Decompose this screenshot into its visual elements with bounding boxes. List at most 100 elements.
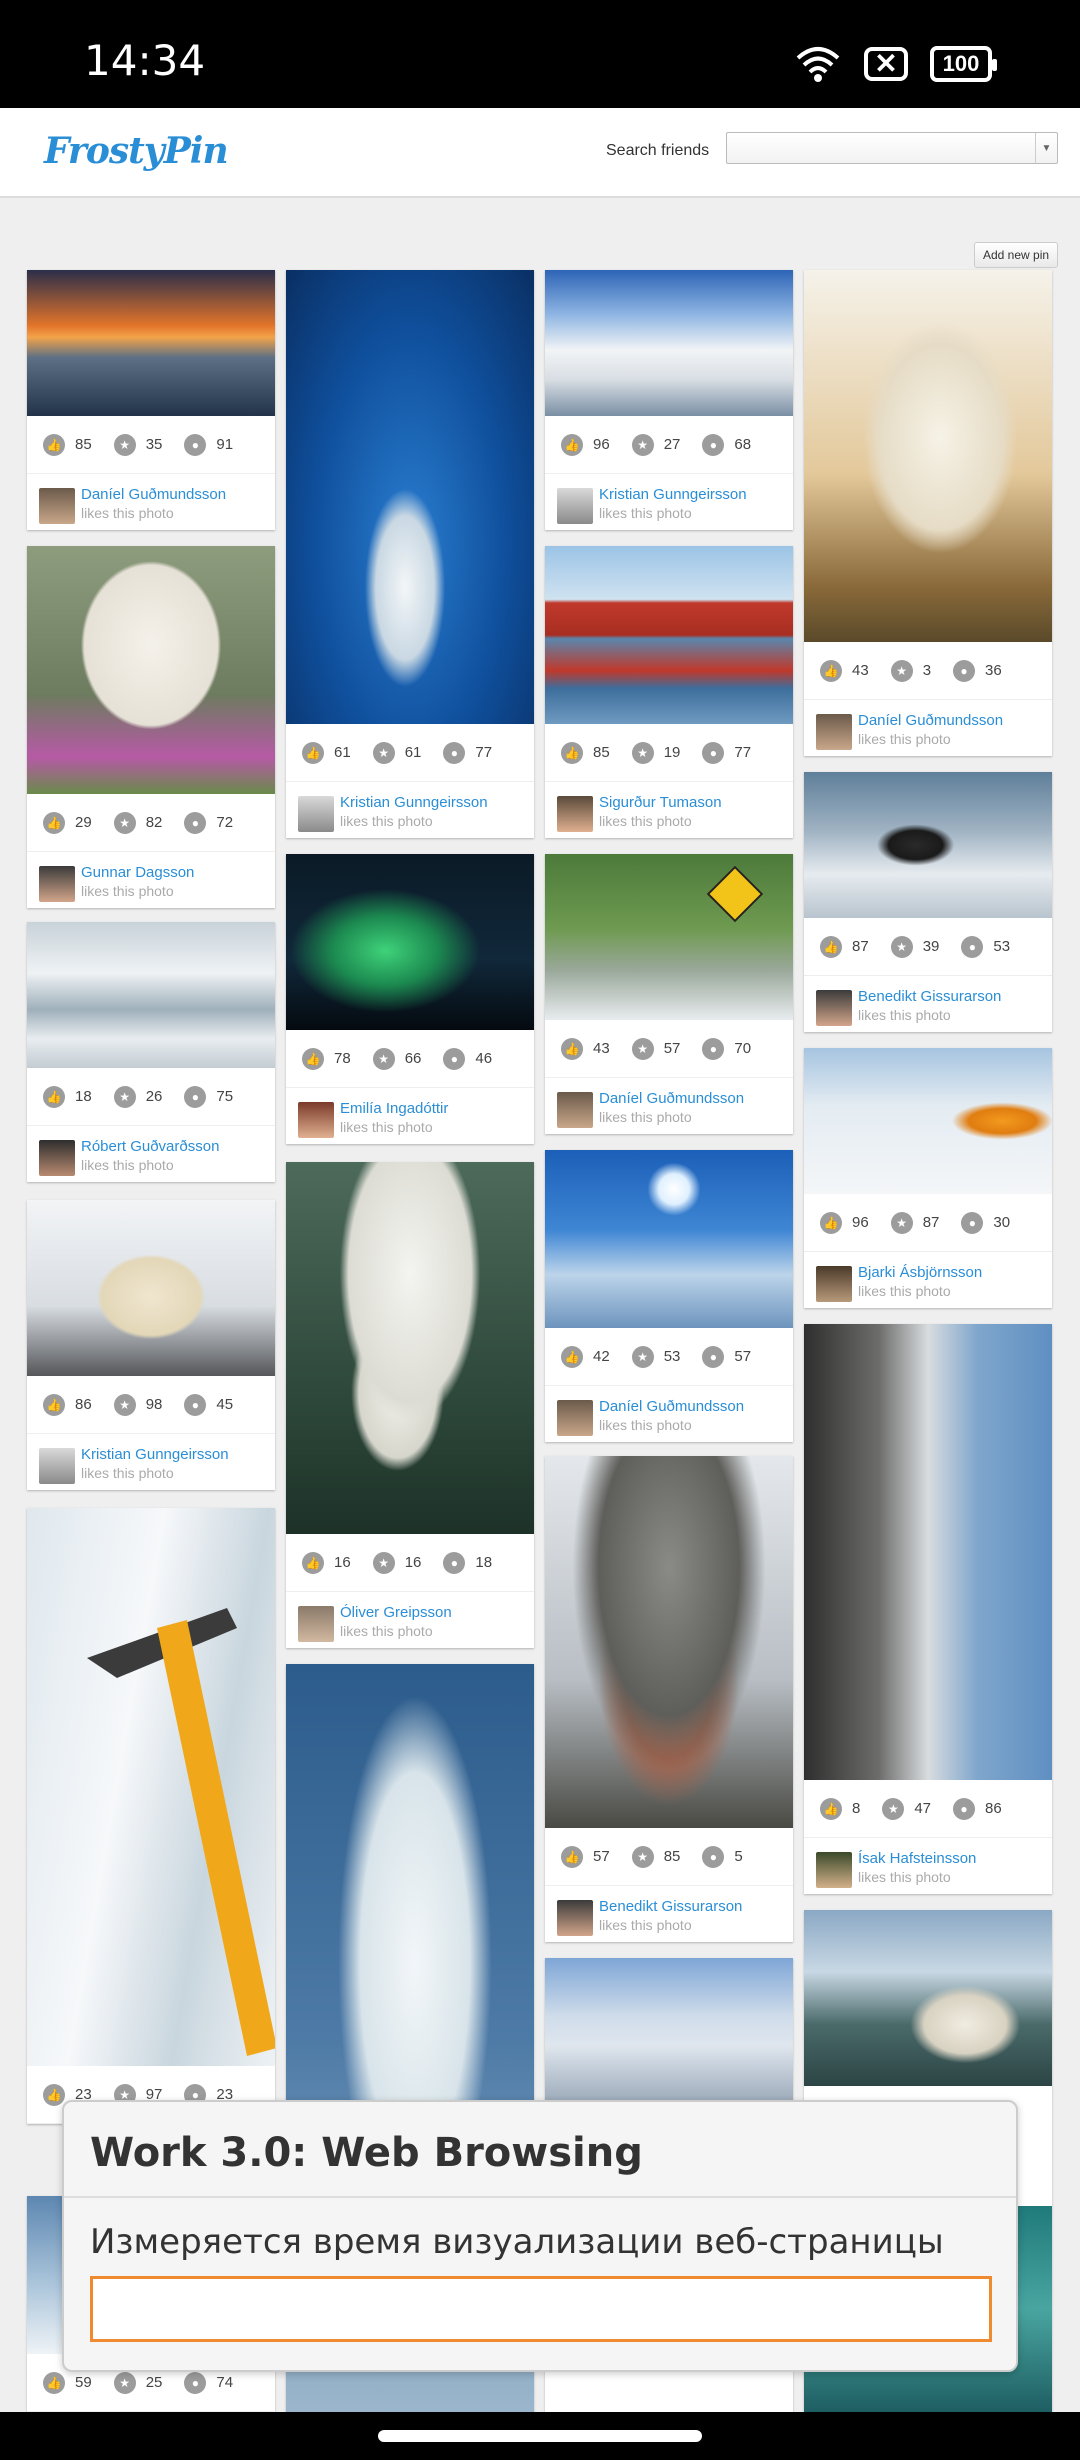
- photo-iceberg[interactable]: [545, 270, 793, 416]
- like-stat[interactable]: 👍 85: [561, 741, 610, 764]
- liker-name[interactable]: Daníel Guðmundsson: [81, 486, 226, 503]
- pin-card[interactable]: 👍 61 ★ 61 ● 77 Kristian Gunngeirsson likes …: [286, 270, 534, 838]
- pin-card[interactable]: 👍 29 ★ 82 ● 72 Gunnar Dagsson likes this ph…: [27, 546, 275, 908]
- pin-card[interactable]: 👍 16 ★ 16 ● 18 Óliver Greipsson likes this …: [286, 1162, 534, 1648]
- star-stat[interactable]: ★ 47: [882, 1797, 931, 1820]
- comment-stat[interactable]: ● 86: [953, 1797, 1002, 1820]
- avatar[interactable]: [557, 796, 593, 832]
- like-stat[interactable]: 👍 29: [43, 811, 92, 834]
- comment-stat[interactable]: ● 68: [702, 433, 751, 456]
- avatar[interactable]: [39, 866, 75, 902]
- liker-name[interactable]: Gunnar Dagsson: [81, 864, 194, 881]
- avatar[interactable]: [298, 1102, 334, 1138]
- search-friends-select[interactable]: ▼: [726, 132, 1058, 164]
- liker-name[interactable]: Emilía Ingadóttir: [340, 1100, 448, 1117]
- star-stat[interactable]: ★ 25: [113, 2371, 162, 2394]
- star-stat[interactable]: ★ 87: [890, 1211, 939, 1234]
- pin-card[interactable]: 👍 85 ★ 35 ● 91 Daníel Guðmundsson likes thi…: [27, 270, 275, 530]
- photo-frosted-face[interactable]: [545, 1456, 793, 1828]
- liker-name[interactable]: Kristian Gunngeirsson: [81, 1446, 229, 1463]
- like-stat[interactable]: 👍 8: [820, 1797, 860, 1820]
- photo-penguin[interactable]: [804, 772, 1052, 918]
- star-stat[interactable]: ★ 98: [113, 1393, 162, 1416]
- pin-card[interactable]: 👍 8 ★ 47 ● 86 Ísak Hafsteinsson likes this …: [804, 1324, 1052, 1894]
- liker-name[interactable]: Bjarki Ásbjörnsson: [858, 1264, 982, 1281]
- avatar[interactable]: [816, 990, 852, 1026]
- pin-card[interactable]: 👍 96 ★ 27 ● 68 Kristian Gunngeirsson likes …: [545, 270, 793, 530]
- like-stat[interactable]: 👍 78: [302, 1047, 351, 1070]
- photo-ice-sunset[interactable]: [27, 270, 275, 416]
- avatar[interactable]: [557, 1900, 593, 1936]
- like-stat[interactable]: 👍 96: [561, 433, 610, 456]
- like-stat[interactable]: 👍 96: [820, 1211, 869, 1234]
- liker-name[interactable]: Kristian Gunngeirsson: [340, 794, 488, 811]
- chevron-down-icon[interactable]: ▼: [1035, 133, 1057, 163]
- add-new-pin-button[interactable]: Add new pin: [974, 242, 1059, 268]
- comment-stat[interactable]: ● 91: [184, 433, 233, 456]
- star-stat[interactable]: ★ 26: [113, 1085, 162, 1108]
- avatar[interactable]: [557, 1092, 593, 1128]
- avatar[interactable]: [816, 1266, 852, 1302]
- pin-card[interactable]: 👍 23 ★ 97 ● 23: [27, 1508, 275, 2124]
- avatar[interactable]: [557, 488, 593, 524]
- pin-card[interactable]: 👍 87 ★ 39 ● 53 Benedikt Gissurarson likes t…: [804, 772, 1052, 1032]
- pin-card[interactable]: 👍 18 ★ 26 ● 75 Róbert Guðvarðsson likes thi…: [27, 922, 275, 1182]
- photo-bear-back[interactable]: [804, 270, 1052, 642]
- star-stat[interactable]: ★ 82: [113, 811, 162, 834]
- comment-stat[interactable]: ● 30: [961, 1211, 1010, 1234]
- pin-card[interactable]: 👍 43 ★ 57 ● 70 Daníel Guðmundsson likes thi…: [545, 854, 793, 1134]
- liker-name[interactable]: Benedikt Gissurarson: [858, 988, 1001, 1005]
- liker-name[interactable]: Kristian Gunngeirsson: [599, 486, 747, 503]
- avatar[interactable]: [298, 1606, 334, 1642]
- comment-stat[interactable]: ● 57: [702, 1345, 751, 1368]
- photo-sun-ice[interactable]: [545, 1150, 793, 1328]
- photo-red-cabin[interactable]: [545, 546, 793, 724]
- avatar[interactable]: [39, 488, 75, 524]
- star-stat[interactable]: ★ 85: [631, 1845, 680, 1868]
- photo-ice-cave[interactable]: [286, 270, 534, 724]
- photo-polar-bear-flowers[interactable]: [27, 546, 275, 794]
- comment-stat[interactable]: ● 36: [953, 659, 1002, 682]
- comment-stat[interactable]: ● 45: [184, 1393, 233, 1416]
- like-stat[interactable]: 👍 57: [561, 1845, 610, 1868]
- like-stat[interactable]: 👍 16: [302, 1551, 351, 1574]
- comment-stat[interactable]: ● 53: [961, 935, 1010, 958]
- pin-card[interactable]: 👍 96 ★ 87 ● 30 Bjarki Ásbjörnsson likes thi…: [804, 1048, 1052, 1308]
- photo-bear-swimming[interactable]: [286, 1162, 534, 1534]
- comment-stat[interactable]: ● 75: [184, 1085, 233, 1108]
- star-stat[interactable]: ★ 27: [631, 433, 680, 456]
- avatar[interactable]: [816, 714, 852, 750]
- comment-stat[interactable]: ● 77: [443, 741, 492, 764]
- like-stat[interactable]: 👍 61: [302, 741, 351, 764]
- like-stat[interactable]: 👍 85: [43, 433, 92, 456]
- photo-bear-cub[interactable]: [27, 1200, 275, 1376]
- comment-stat[interactable]: ● 5: [702, 1845, 743, 1868]
- comment-stat[interactable]: ● 77: [702, 741, 751, 764]
- photo-bear-on-ice[interactable]: [27, 922, 275, 1068]
- like-stat[interactable]: 👍 86: [43, 1393, 92, 1416]
- avatar[interactable]: [39, 1140, 75, 1176]
- photo-moose-sign[interactable]: [545, 854, 793, 1020]
- liker-name[interactable]: Daníel Guðmundsson: [599, 1090, 744, 1107]
- photo-ski-trek[interactable]: [804, 1048, 1052, 1194]
- comment-stat[interactable]: ● 70: [702, 1037, 751, 1060]
- like-stat[interactable]: 👍 87: [820, 935, 869, 958]
- liker-name[interactable]: Benedikt Gissurarson: [599, 1898, 742, 1915]
- avatar[interactable]: [298, 796, 334, 832]
- comment-stat[interactable]: ● 74: [184, 2371, 233, 2394]
- pin-card[interactable]: 👍 86 ★ 98 ● 45 Kristian Gunngeirsson likes …: [27, 1200, 275, 1490]
- liker-name[interactable]: Daníel Guðmundsson: [599, 1398, 744, 1415]
- pin-card[interactable]: 👍 78 ★ 66 ● 46 Emilía Ingadóttir likes this…: [286, 854, 534, 1144]
- comment-stat[interactable]: ● 18: [443, 1551, 492, 1574]
- like-stat[interactable]: 👍 42: [561, 1345, 610, 1368]
- pin-card[interactable]: 👍 57 ★ 85 ● 5 Benedikt Gissurarson likes th…: [545, 1456, 793, 1942]
- like-stat[interactable]: 👍 43: [820, 659, 869, 682]
- liker-name[interactable]: Óliver Greipsson: [340, 1604, 452, 1621]
- pin-card[interactable]: 👍 43 ★ 3 ● 36 Daníel Guðmundsson likes this…: [804, 270, 1052, 756]
- like-stat[interactable]: 👍 43: [561, 1037, 610, 1060]
- photo-ice-curtain[interactable]: [804, 1324, 1052, 1780]
- star-stat[interactable]: ★ 53: [631, 1345, 680, 1368]
- liker-name[interactable]: Sigurður Tumason: [599, 794, 722, 811]
- like-stat[interactable]: 👍 18: [43, 1085, 92, 1108]
- photo-aurora[interactable]: [286, 854, 534, 1030]
